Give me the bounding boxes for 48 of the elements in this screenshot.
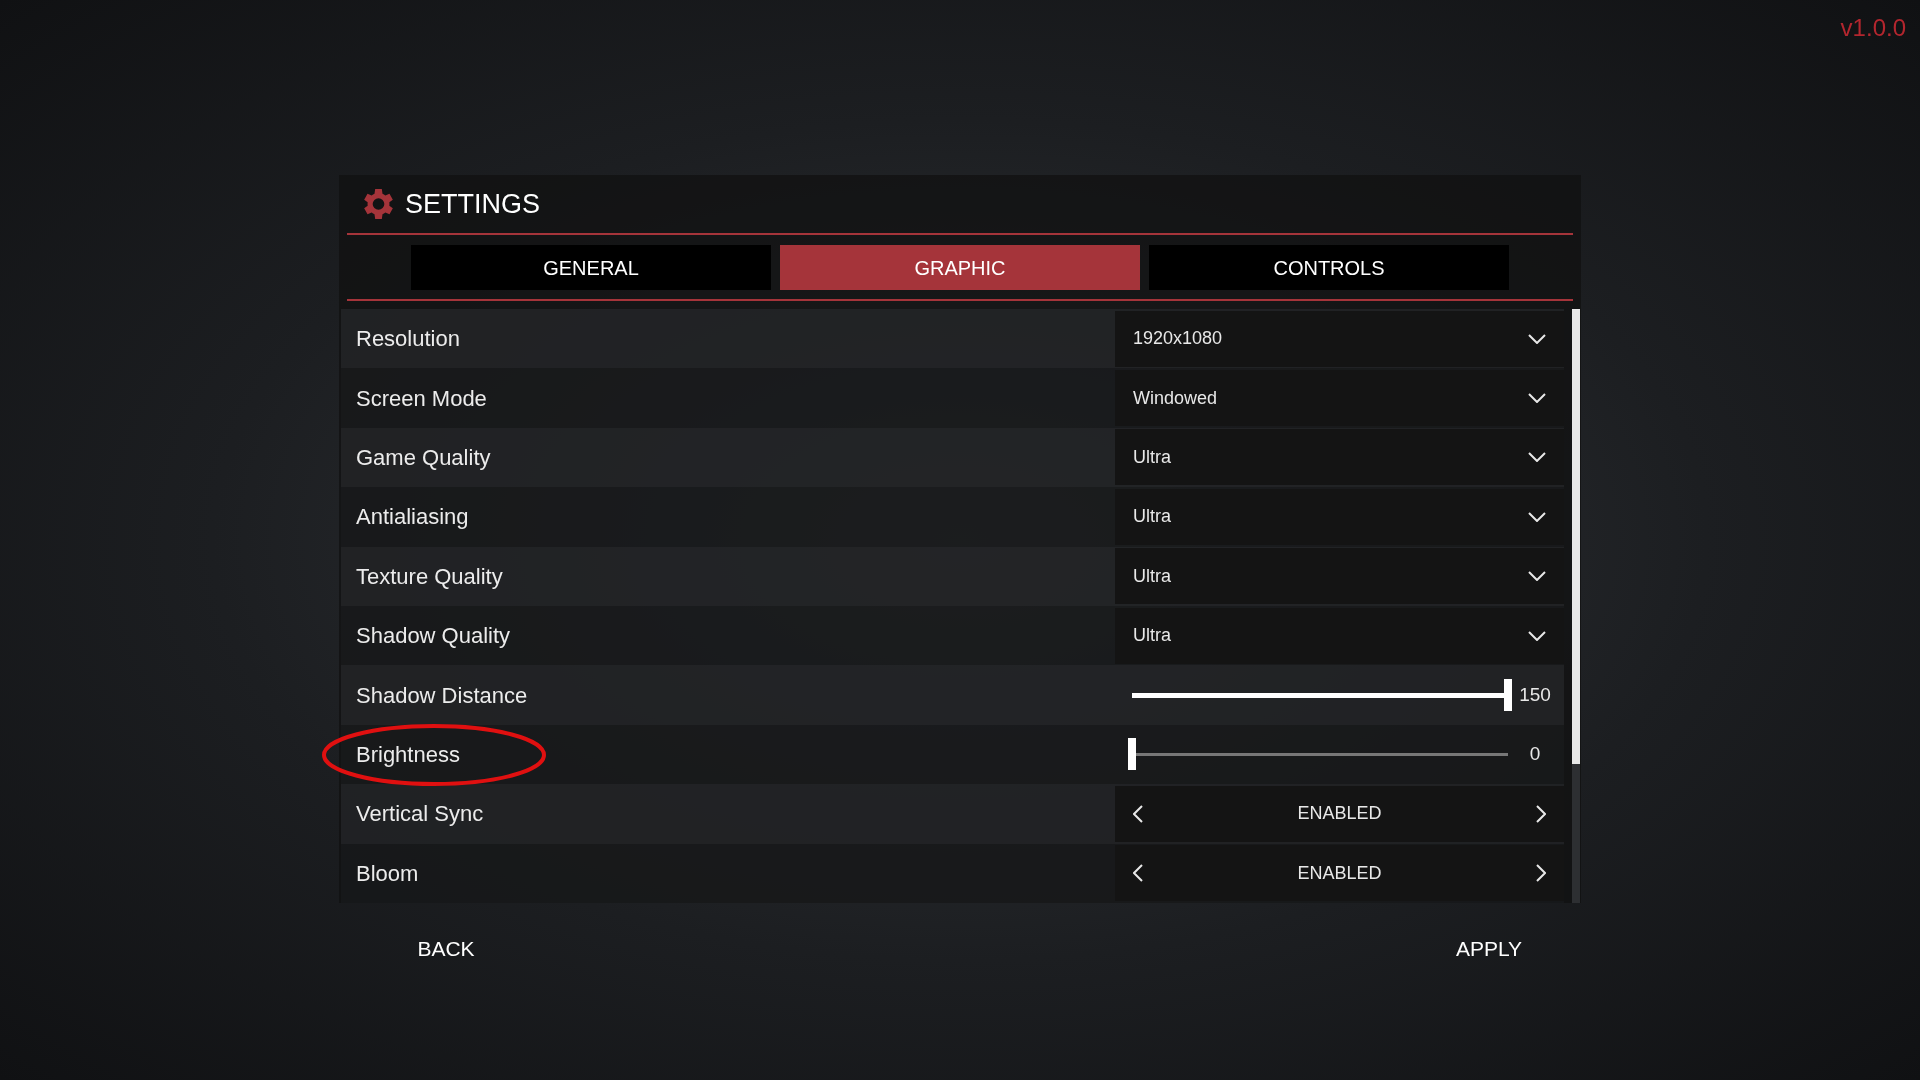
chevron-right-icon[interactable] [1536, 864, 1546, 883]
settings-title: SETTINGS [405, 187, 540, 221]
setting-label: Texture Quality [356, 563, 503, 589]
tab[interactable]: GENERAL [411, 245, 771, 290]
chevron-down-icon [1528, 393, 1546, 404]
chevron-down-icon [1528, 630, 1546, 641]
option-selector[interactable]: ENABLED [1115, 845, 1564, 902]
chevron-right-icon[interactable] [1536, 804, 1546, 823]
setting-label: Brightness [356, 741, 460, 767]
setting-label: Screen Mode [356, 385, 487, 411]
setting-label: Antialiasing [356, 504, 469, 530]
dropdown-value: Windowed [1133, 386, 1218, 410]
dropdown[interactable]: Windowed [1115, 370, 1564, 427]
chevron-left-icon[interactable] [1133, 804, 1143, 823]
slider-value: 0 [1528, 742, 1542, 767]
dropdown[interactable]: Ultra [1115, 429, 1564, 486]
dropdown-value: Ultra [1133, 505, 1171, 529]
option-value: ENABLED [1297, 861, 1382, 885]
option-value: ENABLED [1297, 802, 1382, 826]
slider-thumb[interactable] [1128, 738, 1136, 771]
chevron-down-icon [1528, 333, 1546, 344]
chevron-down-icon [1528, 452, 1546, 463]
slider-value: 150 [1518, 682, 1552, 707]
dropdown[interactable]: Ultra [1115, 607, 1564, 664]
dropdown[interactable]: 1920x1080 [1115, 310, 1564, 367]
chevron-left-icon[interactable] [1133, 864, 1143, 883]
setting-label: Resolution [356, 326, 460, 352]
dropdown-value: Ultra [1133, 445, 1171, 469]
dropdown[interactable]: Ultra [1115, 488, 1564, 545]
dropdown-value: Ultra [1133, 564, 1171, 588]
slider-thumb[interactable] [1504, 679, 1512, 712]
setting-label: Vertical Sync [356, 801, 484, 827]
chevron-down-icon [1528, 511, 1546, 522]
dropdown-value: Ultra [1133, 624, 1171, 648]
option-selector[interactable]: ENABLED [1115, 785, 1564, 842]
scrollbar-thumb[interactable] [1572, 309, 1580, 764]
dropdown-value: 1920x1080 [1133, 327, 1223, 351]
setting-label: Game Quality [356, 444, 491, 470]
tab[interactable]: CONTROLS [1149, 245, 1509, 290]
setting-label: Shadow Quality [356, 623, 511, 649]
apply-button[interactable]: APPLY [1422, 928, 1556, 969]
setting-label: Shadow Distance [356, 682, 528, 708]
back-button[interactable]: BACK [379, 928, 513, 969]
setting-label: Bloom [356, 860, 419, 886]
tab[interactable]: GRAPHIC [780, 245, 1140, 290]
version-label: v1.0.0 [1840, 13, 1906, 43]
dropdown[interactable]: Ultra [1115, 548, 1564, 605]
chevron-down-icon [1528, 571, 1546, 582]
